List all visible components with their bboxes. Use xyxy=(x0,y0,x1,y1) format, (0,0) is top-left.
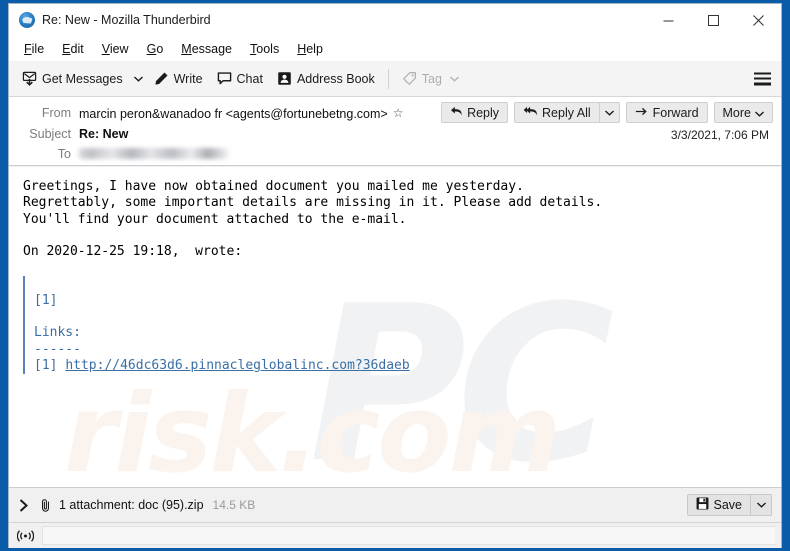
phishing-link[interactable]: http://46dc63d6.pinnacleglobalinc.com?36… xyxy=(65,358,409,373)
address-book-label: Address Book xyxy=(296,71,375,86)
chevron-right-icon[interactable] xyxy=(19,498,29,512)
chat-label: Chat xyxy=(236,71,263,86)
from-value[interactable]: marcin peron&wanadoo fr <agents@fortuneb… xyxy=(79,104,403,123)
menu-message[interactable]: Message xyxy=(172,39,241,59)
forward-button[interactable]: Forward xyxy=(625,102,708,123)
close-icon[interactable] xyxy=(736,4,781,36)
minimize-icon[interactable] xyxy=(646,4,691,36)
maximize-icon[interactable] xyxy=(691,4,736,36)
save-button-main[interactable]: Save xyxy=(686,494,750,516)
write-button[interactable]: Write xyxy=(147,67,210,90)
tag-icon xyxy=(402,71,417,86)
broadcast-icon[interactable] xyxy=(17,529,34,543)
more-chevron-down-icon xyxy=(754,106,765,120)
reply-all-label: Reply All xyxy=(542,105,591,120)
subject-label: Subject xyxy=(29,127,71,141)
toolbar-separator xyxy=(387,68,389,89)
get-messages-button[interactable]: Get Messages xyxy=(15,67,130,90)
redacted-recipient xyxy=(79,148,229,159)
status-bar xyxy=(9,522,781,548)
menu-help[interactable]: Help xyxy=(288,39,332,59)
address-book-button[interactable]: Address Book xyxy=(270,67,382,90)
desktop-background: Re: New - Mozilla Thunderbird File Edit … xyxy=(0,0,790,551)
save-label: Save xyxy=(713,498,743,512)
quote-ref: [1] xyxy=(34,292,58,308)
attachment-label[interactable]: 1 attachment: doc (95).zip xyxy=(59,498,204,512)
save-attachment-button[interactable]: Save xyxy=(686,494,772,516)
from-label: From xyxy=(41,106,71,120)
subject-value: Re: New xyxy=(79,127,129,141)
quote-link-index: [1] xyxy=(34,357,66,373)
message-body-pane: PC risk.com Greetings, I have now obtain… xyxy=(9,166,781,487)
hamburger-menu-icon[interactable] xyxy=(754,72,771,85)
tag-button[interactable]: Tag xyxy=(395,67,466,90)
message-header-pane: Reply Reply All Forward More From marcin… xyxy=(9,97,781,166)
reply-all-button[interactable]: Reply All xyxy=(514,102,599,123)
quote-rule: ------ xyxy=(34,341,81,357)
paperclip-icon xyxy=(39,498,52,513)
window-controls xyxy=(646,4,781,36)
message-action-buttons: Reply Reply All Forward More xyxy=(435,102,773,123)
thunderbird-window: Re: New - Mozilla Thunderbird File Edit … xyxy=(8,3,782,548)
tag-dropdown-chevron-down-icon[interactable] xyxy=(449,76,459,82)
quoted-block: [1] Links: ------ [1] http://46dc63d6.pi… xyxy=(23,276,781,375)
menu-view[interactable]: View xyxy=(93,39,138,59)
from-address-text: marcin peron&wanadoo fr <agents@fortuneb… xyxy=(79,107,388,121)
star-icon[interactable]: ☆ xyxy=(393,104,404,122)
title-bar: Re: New - Mozilla Thunderbird xyxy=(9,4,781,36)
menu-go[interactable]: Go xyxy=(138,39,173,59)
tag-label: Tag xyxy=(421,71,442,86)
attachment-size: 14.5 KB xyxy=(212,498,256,512)
watermark-risk: risk.com xyxy=(64,372,561,488)
download-mail-icon xyxy=(22,71,37,86)
more-button[interactable]: More xyxy=(713,102,773,123)
write-label: Write xyxy=(173,71,203,86)
menu-file[interactable]: File xyxy=(15,39,53,59)
to-label: To xyxy=(57,147,71,161)
reply-arrow-icon xyxy=(450,106,463,120)
main-toolbar: Get Messages Write Chat Address Book Tag xyxy=(9,61,781,97)
address-book-icon xyxy=(277,71,292,86)
reply-label: Reply xyxy=(467,105,500,120)
forward-arrow-icon xyxy=(635,106,649,120)
reply-all-dropdown[interactable] xyxy=(598,102,620,123)
quote-links-heading: Links: xyxy=(34,325,81,341)
to-value-redacted[interactable] xyxy=(79,145,229,164)
floppy-disk-icon xyxy=(696,497,709,513)
menu-edit[interactable]: Edit xyxy=(53,39,93,59)
attachment-bar: 1 attachment: doc (95).zip 14.5 KB Save xyxy=(9,487,781,522)
more-label: More xyxy=(722,105,751,120)
status-message-slot xyxy=(42,526,775,545)
save-dropdown-chevron-down-icon[interactable] xyxy=(750,494,772,516)
pencil-icon xyxy=(154,71,169,86)
get-messages-dropdown[interactable] xyxy=(130,72,147,86)
reply-button[interactable]: Reply xyxy=(441,102,509,123)
message-date: 3/3/2021, 7:06 PM xyxy=(670,128,769,142)
header-row-to: To xyxy=(9,144,781,165)
reply-all-arrow-icon xyxy=(523,106,538,120)
menu-tools[interactable]: Tools xyxy=(241,39,288,59)
forward-label: Forward xyxy=(652,105,699,120)
window-title: Re: New - Mozilla Thunderbird xyxy=(42,13,211,27)
chat-bubble-icon xyxy=(217,71,232,86)
thunderbird-logo-icon xyxy=(19,12,35,28)
menu-bar: File Edit View Go Message Tools Help xyxy=(9,36,781,61)
chat-button[interactable]: Chat xyxy=(210,67,270,90)
header-row-subject: Subject Re: New xyxy=(9,124,781,144)
get-messages-label: Get Messages xyxy=(42,71,123,86)
message-body-text: Greetings, I have now obtained document … xyxy=(23,179,603,260)
